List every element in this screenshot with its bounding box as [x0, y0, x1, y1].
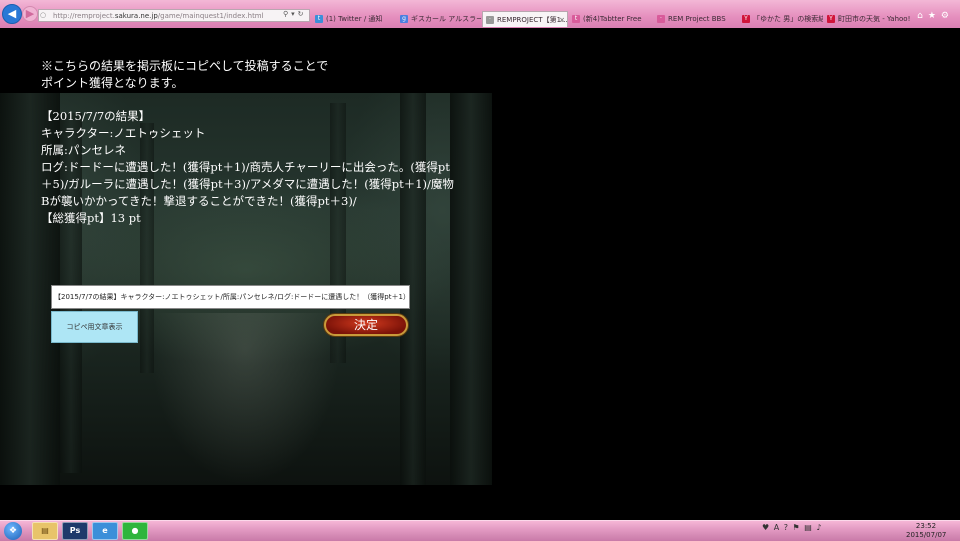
address-actions: ⚲▾↻ — [283, 10, 307, 18]
character-line: キャラクター:ノエトゥシェット — [41, 126, 206, 140]
copy-text-button[interactable]: コピペ用文章表示 — [51, 311, 138, 343]
volume-icon[interactable]: ♪ — [816, 523, 822, 532]
twitter-icon: t — [315, 15, 323, 23]
network-icon[interactable]: ▤ — [804, 523, 813, 532]
url-host: sakura.ne.jp — [114, 12, 158, 20]
clock-time: 23:52 — [915, 522, 937, 530]
close-icon[interactable]: × — [559, 12, 565, 27]
tab-label: REM Project BBS — [668, 15, 726, 23]
system-tray: ♥ A ? ⚑ ▤ ♪ — [762, 523, 822, 532]
taskbar: ❖ ▤ Ps e ● ♥ A ? ⚑ ▤ ♪ 23:52 2015/07/07 — [0, 520, 960, 541]
clock[interactable]: 23:52 2015/07/07 — [906, 522, 946, 540]
tab-tabtter[interactable]: t (新4)Tabtter Free — [569, 11, 653, 27]
tab-yahoo-weather[interactable]: Y 町田市の天気 - Yahoo!... — [824, 11, 910, 27]
result-block: 【2015/7/7の結果】 キャラクター:ノエトゥシェット 所属:パンセレネ ロ… — [41, 108, 461, 227]
tab-label: REMPROJECT【第1... — [497, 16, 568, 24]
home-icon[interactable]: ⌂ — [917, 11, 928, 21]
tab-yahoo-search[interactable]: Y 「ゆかた 男」の検索結... — [739, 11, 823, 27]
explorer-icon[interactable]: ▤ — [32, 522, 58, 540]
clock-date: 2015/07/07 — [906, 531, 947, 539]
page-icon: ○ — [40, 11, 47, 19]
tab-label: 町田市の天気 - Yahoo!... — [838, 15, 910, 23]
tab-label: (新4)Tabtter Free — [583, 15, 642, 23]
tab-label: ギスカール アルスラー... — [411, 15, 481, 23]
yahoo-icon: Y — [742, 15, 750, 23]
page-icon: · — [486, 16, 494, 24]
url-prefix: http://remproject. — [53, 12, 115, 20]
yahoo-icon: Y — [827, 15, 835, 23]
tabtter-icon: t — [572, 15, 580, 23]
page-content: ※こちらの結果を掲示板にコピペして投稿することで ポイント獲得となります。 【20… — [0, 28, 960, 520]
tab-label: 「ゆかた 男」の検索結... — [753, 15, 823, 23]
internet-explorer-icon[interactable]: e — [92, 522, 118, 540]
tab-label: (1) Twitter / 通知 — [326, 15, 383, 23]
search-icon[interactable]: ⚲ — [283, 10, 291, 18]
tab-twitter[interactable]: t (1) Twitter / 通知 — [312, 11, 396, 27]
page-icon: · — [657, 15, 665, 23]
refresh-icon[interactable]: ↻ — [298, 10, 307, 18]
notice-text: ※こちらの結果を掲示板にコピペして投稿することで ポイント獲得となります。 — [41, 58, 328, 92]
start-button[interactable]: ❖ — [4, 522, 22, 540]
url-path: /game/mainquest1/index.html — [157, 12, 264, 20]
notification-icon[interactable]: ♥ — [762, 523, 770, 532]
flag-icon[interactable]: ⚑ — [793, 523, 801, 532]
gear-icon[interactable]: ⚙ — [941, 11, 954, 21]
google-icon: g — [400, 15, 408, 23]
browser-actions: ⌂★⚙ — [917, 11, 954, 21]
ime-icon[interactable]: A — [774, 523, 780, 532]
browser-toolbar: ◀ ▶ http://remproject.sakura.ne.jp/game/… — [0, 0, 960, 28]
result-header: 【2015/7/7の結果】 — [41, 109, 151, 123]
decide-button[interactable]: 決定 — [324, 314, 408, 336]
total-points: 【総獲得pt】13 pt — [41, 211, 141, 225]
address-bar[interactable]: http://remproject.sakura.ne.jp/game/main… — [38, 9, 310, 22]
tab-rem-bbs[interactable]: · REM Project BBS — [654, 11, 738, 27]
copy-text-field[interactable]: 【2015/7/7の結果】キャラクター:ノエトゥシェット/所属:パンセレネ/ログ… — [51, 285, 410, 309]
tab-remproject[interactable]: · REMPROJECT【第1... × — [482, 11, 568, 27]
notice-line-2: ポイント獲得となります。 — [41, 76, 184, 90]
line-icon[interactable]: ● — [122, 522, 148, 540]
forest-path — [150, 313, 340, 485]
photoshop-icon[interactable]: Ps — [62, 522, 88, 540]
back-button[interactable]: ◀ — [2, 4, 22, 24]
tab-google[interactable]: g ギスカール アルスラー... — [397, 11, 481, 27]
log-text: ログ:ドードーに遭遇した！(獲得pt＋1)/商売人チャーリーに出会った。(獲得p… — [41, 160, 454, 208]
affiliation-line: 所属:パンセレネ — [41, 143, 126, 157]
help-icon[interactable]: ? — [784, 523, 789, 532]
notice-line-1: ※こちらの結果を掲示板にコピペして投稿することで — [41, 59, 329, 73]
favorites-icon[interactable]: ★ — [928, 11, 941, 21]
forward-button[interactable]: ▶ — [22, 6, 38, 22]
